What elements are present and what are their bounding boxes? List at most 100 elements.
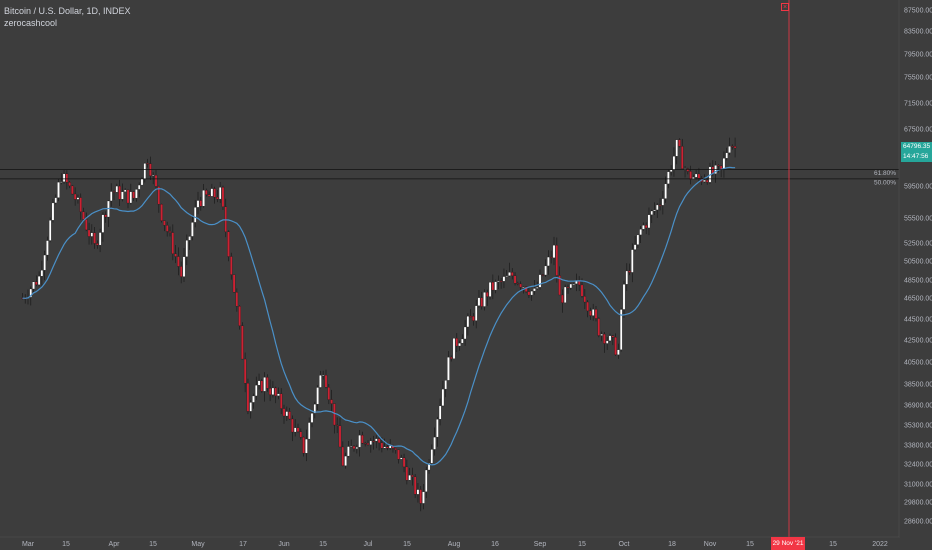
candle-body xyxy=(151,175,155,177)
candle-body xyxy=(631,249,634,273)
time-tick-label: 15 xyxy=(149,541,157,548)
candle-body xyxy=(93,232,96,244)
candle-body xyxy=(689,171,692,180)
candle-body xyxy=(508,272,511,276)
bar-countdown: 14:47:56 xyxy=(903,153,929,160)
time-tick-label: 15 xyxy=(578,541,586,548)
time-tick-label: Aug xyxy=(448,541,461,548)
candle-body xyxy=(87,229,91,237)
current-price: 64796.35 xyxy=(903,143,931,150)
candle-body xyxy=(533,288,536,292)
candle-body xyxy=(405,466,409,481)
time-tick-label: 2022 xyxy=(872,541,888,548)
candle-body xyxy=(477,297,481,306)
candle-body xyxy=(452,338,456,359)
candle-body xyxy=(146,163,149,165)
candle-body xyxy=(436,419,439,438)
candle-body xyxy=(196,200,200,208)
price-chart[interactable]: 61.80% 50.00% 87500.00 83500.00 79500.00 755… xyxy=(0,0,932,550)
candle-body xyxy=(705,179,709,183)
candle-body xyxy=(625,270,629,285)
price-tick-label: 46500.00 xyxy=(904,296,932,303)
candle-body xyxy=(380,442,384,449)
candle-body xyxy=(667,171,670,185)
candle-body xyxy=(728,146,731,153)
candle-body xyxy=(121,191,124,200)
author-name: zerocashcool xyxy=(4,18,58,28)
x-marker-icon[interactable]: × xyxy=(781,3,789,11)
candle-body xyxy=(458,342,461,347)
candle-body xyxy=(502,276,506,282)
candle-body xyxy=(263,377,266,392)
candle-body xyxy=(260,380,264,392)
candle-body xyxy=(60,181,63,183)
candle-body xyxy=(57,181,60,198)
candle-body xyxy=(349,446,353,448)
candle-body xyxy=(257,380,261,386)
candle-body xyxy=(488,282,492,297)
price-tick-label: 38500.00 xyxy=(904,382,932,389)
price-tick-label: 33800.00 xyxy=(904,443,932,450)
candle-body xyxy=(694,173,698,178)
price-tick-label: 42500.00 xyxy=(904,338,932,345)
candle-body xyxy=(469,316,472,318)
candle-body xyxy=(703,179,706,182)
candle-body xyxy=(411,474,414,477)
candle-body xyxy=(302,436,305,454)
candle-body xyxy=(227,231,230,257)
candle-body xyxy=(733,146,737,149)
time-tick-label: May xyxy=(191,541,205,548)
candle-body xyxy=(650,210,653,215)
candle-body xyxy=(647,214,651,229)
candle-body xyxy=(43,254,46,271)
candle-body xyxy=(299,431,303,438)
candle-body xyxy=(341,446,345,466)
candle-body xyxy=(296,427,300,432)
candle-body xyxy=(352,446,356,449)
candle-body xyxy=(112,191,116,193)
candle-body xyxy=(279,393,283,409)
candle-body xyxy=(307,422,311,440)
price-tick-label: 59500.00 xyxy=(904,184,932,191)
candle-body xyxy=(672,156,676,170)
candle-body xyxy=(639,229,642,236)
candle-body xyxy=(530,290,533,296)
candle-body xyxy=(62,173,66,182)
candle-body xyxy=(441,388,445,407)
candle-body xyxy=(154,175,158,187)
price-tick-label: 40500.00 xyxy=(904,360,932,367)
candle-body xyxy=(202,190,205,207)
candle-body xyxy=(511,272,514,276)
candle-body xyxy=(669,169,673,172)
candle-body xyxy=(499,280,503,282)
candle-body xyxy=(480,297,483,307)
candle-body xyxy=(252,395,255,403)
candle-body xyxy=(123,189,127,192)
candle-body xyxy=(400,457,403,460)
candle-body xyxy=(561,294,564,303)
candle-body xyxy=(455,338,459,347)
candle-body xyxy=(535,287,539,289)
price-tick-label: 36900.00 xyxy=(904,403,932,410)
candle-body xyxy=(347,446,350,457)
candle-body xyxy=(274,387,277,396)
candle-body xyxy=(40,270,44,277)
candle-body xyxy=(101,214,105,233)
time-tick-label: Jun xyxy=(278,541,289,548)
candle-body xyxy=(681,146,684,169)
candle-body xyxy=(372,440,375,442)
candle-body xyxy=(603,333,606,344)
candle-body xyxy=(725,152,728,159)
time-tick-label: 17 xyxy=(239,541,247,548)
symbol-title[interactable]: Bitcoin / U.S. Dollar, 1D, INDEX xyxy=(4,5,131,17)
candle-body xyxy=(438,405,442,420)
candle-body xyxy=(32,281,35,290)
candle-body xyxy=(210,188,214,197)
candle-body xyxy=(608,335,612,341)
candle-body xyxy=(583,296,587,303)
candle-body xyxy=(636,234,640,245)
candle-body xyxy=(697,173,701,179)
candle-body xyxy=(255,384,258,397)
candle-body xyxy=(675,139,678,157)
candle-body xyxy=(165,225,169,232)
